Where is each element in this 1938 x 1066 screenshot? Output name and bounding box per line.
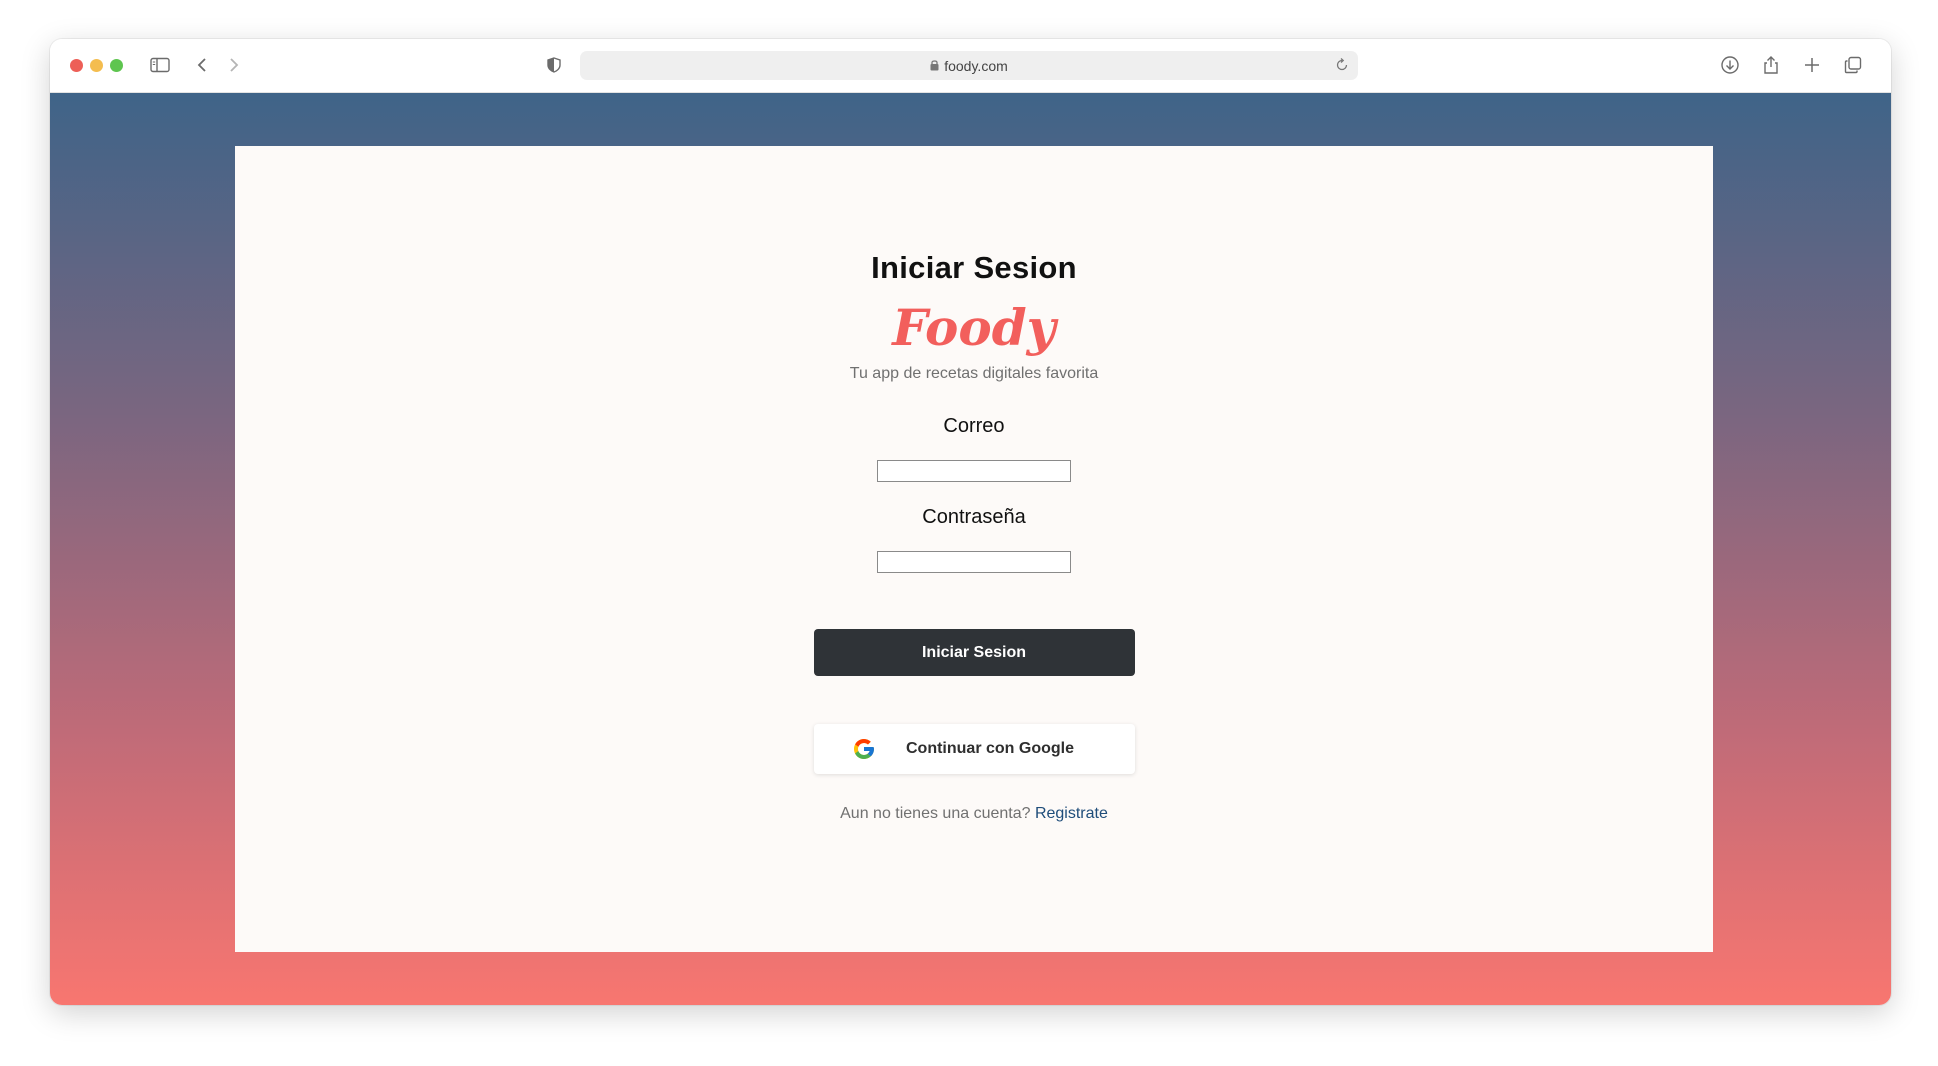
password-label: Contraseña <box>922 506 1026 528</box>
email-field[interactable] <box>877 460 1071 482</box>
login-card: Iniciar Sesion Foody Tu app de recetas d… <box>235 146 1713 952</box>
email-label: Correo <box>943 415 1005 437</box>
zoom-window-button[interactable] <box>110 59 123 72</box>
download-icon[interactable] <box>1718 53 1742 77</box>
minimize-window-button[interactable] <box>90 59 103 72</box>
page-title: Iniciar Sesion <box>871 250 1077 285</box>
browser-toolbar: foody.com <box>50 39 1891 93</box>
register-prompt-text: Aun no tienes una cuenta? <box>840 805 1031 822</box>
tabs-overview-icon[interactable] <box>1841 53 1865 77</box>
lock-icon <box>930 58 939 74</box>
register-link[interactable]: Registrate <box>1035 805 1108 822</box>
google-login-button[interactable]: Continuar con Google <box>813 724 1135 774</box>
sidebar-icon[interactable] <box>148 53 172 77</box>
close-window-button[interactable] <box>70 59 83 72</box>
tagline: Tu app de recetas digitales favorita <box>849 365 1099 382</box>
password-field[interactable] <box>877 551 1071 573</box>
reload-icon[interactable] <box>1334 57 1350 73</box>
brand-logo-text: Foody <box>892 298 1056 357</box>
browser-window: foody.com Iniciar Sesion Foody Tu app de… <box>50 39 1891 1005</box>
register-prompt: Aun no tienes una cuenta? Registrate <box>840 805 1108 823</box>
back-icon[interactable] <box>190 53 214 77</box>
google-icon <box>852 737 876 761</box>
google-button-label: Continuar con Google <box>906 740 1074 757</box>
new-tab-icon[interactable] <box>1800 53 1824 77</box>
url-text: foody.com <box>944 57 1008 74</box>
page-background: Iniciar Sesion Foody Tu app de recetas d… <box>50 93 1891 1005</box>
shield-icon[interactable] <box>542 53 566 77</box>
login-button[interactable]: Iniciar Sesion <box>813 629 1135 676</box>
address-bar[interactable]: foody.com <box>580 51 1358 80</box>
share-icon[interactable] <box>1759 53 1783 77</box>
forward-icon[interactable] <box>222 53 246 77</box>
